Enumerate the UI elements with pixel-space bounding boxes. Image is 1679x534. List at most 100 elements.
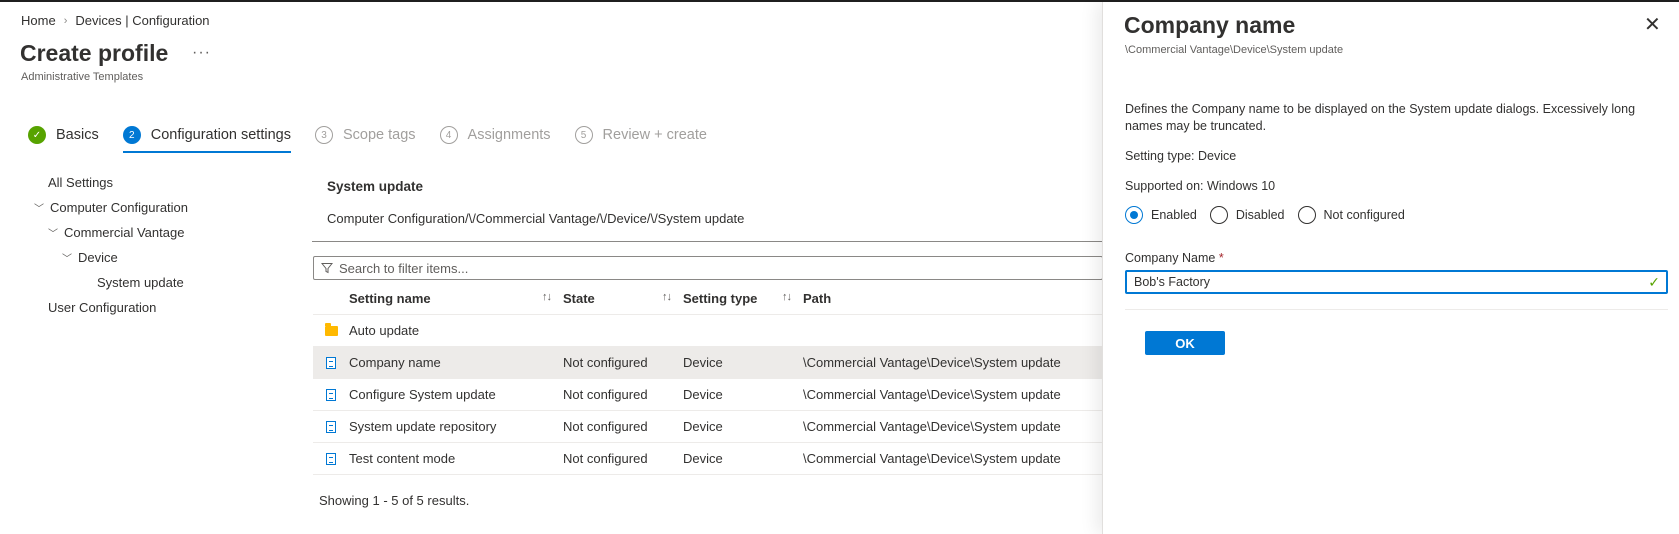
column-header-label: Setting name: [349, 291, 431, 306]
row-setting-type: Device: [683, 355, 723, 370]
column-header-label: State: [563, 291, 595, 306]
row-state: Not configured: [563, 355, 648, 370]
table-row[interactable]: System update repository Not configured …: [313, 411, 1103, 443]
document-icon: [326, 452, 336, 465]
breadcrumb: Home › Devices | Configuration: [21, 13, 210, 28]
panel-title: Company name: [1124, 12, 1296, 38]
row-setting-type: Device: [683, 451, 723, 466]
sort-icon[interactable]: ↑↓: [782, 291, 792, 303]
radio-label: Not configured: [1323, 208, 1405, 222]
row-path: \Commercial Vantage\Device\System update: [803, 451, 1061, 466]
ok-button[interactable]: OK: [1145, 331, 1225, 355]
step-label: Basics: [56, 127, 99, 143]
row-path: \Commercial Vantage\Device\System update: [803, 387, 1061, 402]
settings-tree: All Settings ﹀ Computer Configuration ﹀ …: [34, 170, 188, 320]
tree-item-label: All Settings: [48, 175, 114, 190]
row-setting-name: System update repository: [349, 419, 497, 434]
step-review-create[interactable]: 5 Review + create: [574, 122, 707, 148]
row-path: \Commercial Vantage\Device\System update: [803, 355, 1061, 370]
row-setting-name: Configure System update: [349, 387, 496, 402]
state-radio-group: Enabled Disabled Not configured: [1125, 206, 1418, 224]
breadcrumb-separator: ›: [63, 14, 68, 27]
breadcrumb-home[interactable]: Home: [21, 13, 56, 28]
tree-item-computer-configuration[interactable]: ﹀ Computer Configuration: [34, 195, 188, 220]
tree-item-all-settings[interactable]: All Settings: [34, 170, 188, 195]
sort-icon[interactable]: ↑↓: [662, 291, 672, 303]
column-header-setting-name[interactable]: Setting name ↑↓: [349, 291, 563, 306]
tree-item-system-update[interactable]: System update: [34, 270, 188, 295]
tree-item-user-configuration[interactable]: User Configuration: [34, 295, 188, 320]
radio-label: Disabled: [1235, 208, 1285, 222]
step-basics[interactable]: ✓ Basics: [28, 122, 99, 148]
tree-item-label: User Configuration: [48, 300, 157, 315]
tree-item-label: Commercial Vantage: [64, 225, 185, 240]
close-icon[interactable]: ✕: [1644, 15, 1661, 35]
tree-item-label: Device: [78, 250, 118, 265]
settings-table: Setting name ↑↓ State ↑↓ Setting type ↑↓…: [313, 283, 1103, 475]
document-icon: [326, 356, 336, 369]
column-header-path[interactable]: Path: [803, 291, 1103, 306]
setting-description: Defines the Company name to be displayed…: [1125, 102, 1636, 133]
table-header: Setting name ↑↓ State ↑↓ Setting type ↑↓…: [313, 283, 1103, 315]
tree-item-label: Computer Configuration: [50, 200, 189, 215]
panel-divider: [1125, 309, 1668, 310]
table-row[interactable]: Auto update: [313, 315, 1103, 347]
step-scope-tags[interactable]: 3 Scope tags: [314, 122, 416, 148]
row-path: \Commercial Vantage\Device\System update: [803, 419, 1061, 434]
document-icon: [326, 388, 336, 401]
radio-enabled[interactable]: Enabled: [1125, 206, 1197, 224]
radio-not-configured[interactable]: Not configured: [1297, 206, 1405, 224]
step-label: Scope tags: [342, 127, 416, 143]
chevron-down-icon[interactable]: ﹀: [62, 250, 76, 265]
filter-input[interactable]: Search to filter items...: [313, 256, 1103, 280]
step-number: 3: [314, 126, 333, 144]
row-setting-name: Company name: [349, 355, 441, 370]
table-row[interactable]: Company name Not configured Device \Comm…: [313, 347, 1103, 379]
chevron-down-icon[interactable]: ﹀: [34, 200, 48, 215]
step-configuration-settings[interactable]: 2 Configuration settings: [122, 122, 291, 153]
supported-on: Supported on: Windows 10: [1125, 179, 1276, 193]
company-name-label: Company Name *: [1125, 251, 1224, 265]
row-state: Not configured: [563, 451, 648, 466]
chevron-down-icon[interactable]: ﹀: [48, 225, 62, 240]
step-number: 5: [574, 126, 593, 144]
table-row[interactable]: Configure System update Not configured D…: [313, 379, 1103, 411]
radio-disabled[interactable]: Disabled: [1209, 206, 1285, 224]
step-assignments[interactable]: 4 Assignments: [439, 122, 551, 148]
field-label-text: Company Name: [1125, 251, 1216, 265]
results-count: Showing 1 - 5 of 5 results.: [319, 493, 470, 508]
column-header-label: Setting type: [683, 291, 758, 306]
folder-icon: [324, 322, 338, 336]
section-path: Computer Configuration/\/Commercial Vant…: [327, 211, 745, 226]
wizard-steps: ✓ Basics 2 Configuration settings 3 Scop…: [28, 122, 731, 153]
table-row[interactable]: Test content mode Not configured Device …: [313, 443, 1103, 475]
page-subtitle: Administrative Templates: [21, 71, 144, 83]
document-icon: [326, 420, 336, 433]
row-setting-type: Device: [683, 419, 723, 434]
more-options-icon[interactable]: ···: [192, 44, 211, 62]
step-label: Assignments: [467, 127, 551, 143]
column-header-state[interactable]: State ↑↓: [563, 291, 683, 306]
setting-type: Setting type: Device: [1125, 149, 1237, 163]
page-title: Create profile: [20, 40, 169, 66]
row-setting-type: Device: [683, 387, 723, 402]
panel-subtitle: \Commercial Vantage\Device\System update: [1125, 44, 1344, 56]
company-name-input[interactable]: Bob's Factory ✓: [1125, 270, 1668, 294]
step-number: 4: [439, 126, 458, 144]
row-setting-name: Auto update: [349, 323, 420, 338]
radio-label: Enabled: [1151, 208, 1197, 222]
step-number: 2: [122, 126, 141, 144]
tree-item-device[interactable]: ﹀ Device: [34, 245, 188, 270]
valid-check-icon: ✓: [1648, 274, 1660, 290]
step-label: Review + create: [602, 127, 707, 143]
sort-icon[interactable]: ↑↓: [542, 291, 552, 303]
company-name-value: Bob's Factory: [1134, 275, 1211, 289]
breadcrumb-devices-configuration[interactable]: Devices | Configuration: [75, 13, 209, 28]
radio-selected-icon: [1125, 206, 1143, 224]
radio-icon: [1297, 206, 1316, 224]
column-header-setting-type[interactable]: Setting type ↑↓: [683, 291, 803, 306]
tree-item-commercial-vantage[interactable]: ﹀ Commercial Vantage: [34, 220, 188, 245]
required-marker: *: [1218, 251, 1224, 265]
setting-detail-panel: Company name \Commercial Vantage\Device\…: [1102, 2, 1679, 534]
row-state: Not configured: [563, 387, 648, 402]
